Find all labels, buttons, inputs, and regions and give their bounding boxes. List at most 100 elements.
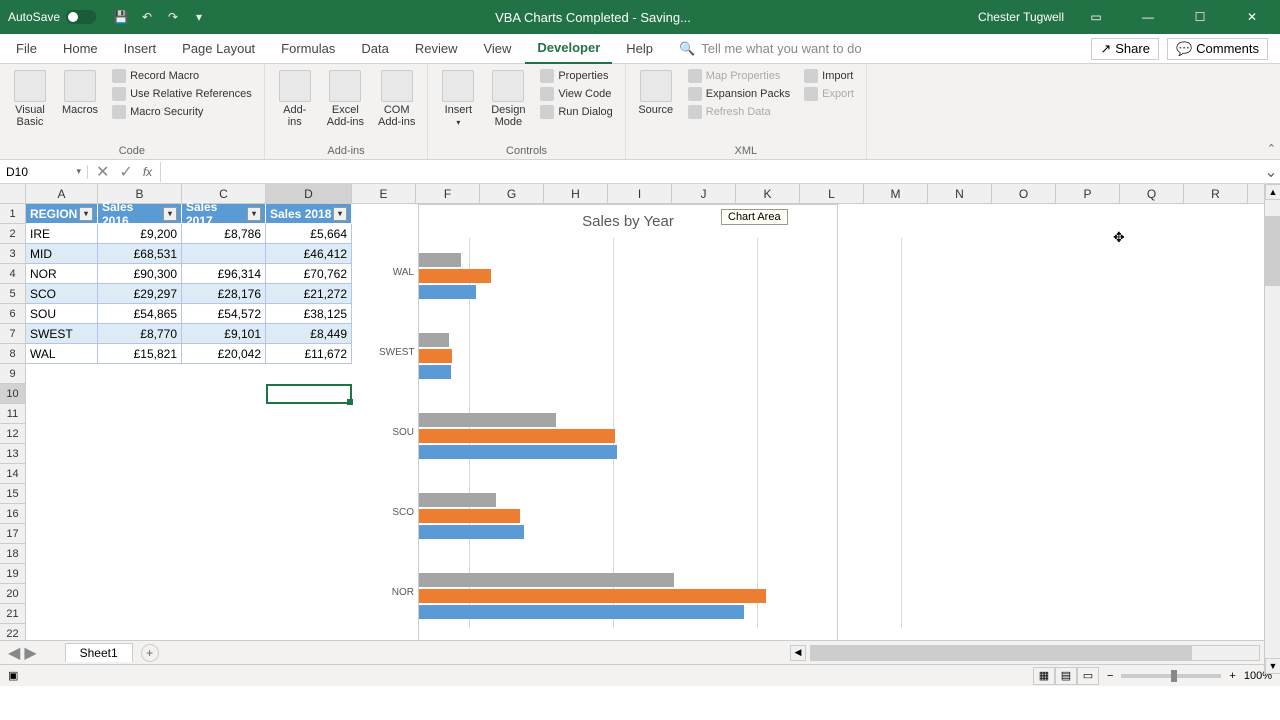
table-cell[interactable]: £68,531 [98,244,182,264]
record-macro-status-icon[interactable]: ▣ [8,670,18,682]
fx-icon[interactable]: fx [143,165,152,179]
chart-bar[interactable] [419,253,461,267]
row-header[interactable]: 2 [0,224,25,244]
column-header[interactable]: I [608,184,672,203]
minimize-icon[interactable]: — [1128,2,1168,32]
row-header[interactable]: 6 [0,304,25,324]
table-cell[interactable]: £96,314 [182,264,266,284]
expand-formula-bar-icon[interactable]: ⌄ [1262,162,1280,182]
chart-bar[interactable] [419,493,496,507]
table-cell[interactable]: £9,101 [182,324,266,344]
table-cell[interactable]: £8,786 [182,224,266,244]
table-cell[interactable]: MID [26,244,98,264]
tab-review[interactable]: Review [403,34,470,64]
chart-bar[interactable] [419,589,766,603]
import-button[interactable]: Import [800,68,858,84]
row-header[interactable]: 5 [0,284,25,304]
filter-dropdown-icon[interactable]: ▾ [79,207,93,221]
column-header[interactable]: M [864,184,928,203]
chart-plot-area[interactable]: WALSWESTSOUSCONOR [419,238,837,638]
comments-button[interactable]: 💬 Comments [1167,38,1268,60]
table-cell[interactable]: £20,042 [182,344,266,364]
chart-bar[interactable] [419,429,615,443]
table-cell[interactable]: £38,125 [266,304,352,324]
name-box[interactable]: D10 ▾ [0,165,88,179]
user-name[interactable]: Chester Tugwell [978,10,1064,24]
sheet-next-icon[interactable]: ▶ [24,643,36,663]
table-cell[interactable]: £8,449 [266,324,352,344]
accept-formula-icon[interactable]: ✓ [119,162,132,182]
tab-formulas[interactable]: Formulas [269,34,347,64]
table-cell[interactable]: SCO [26,284,98,304]
design-mode-button[interactable]: Design Mode [486,68,530,130]
table-cell[interactable]: £90,300 [98,264,182,284]
add-sheet-button[interactable]: + [141,644,159,662]
row-header[interactable]: 19 [0,564,25,584]
sheet-tab-1[interactable]: Sheet1 [65,643,133,662]
qat-dropdown-icon[interactable]: ▾ [190,8,208,26]
chart-category-group[interactable]: WAL [419,253,837,303]
table-cell[interactable]: £15,821 [98,344,182,364]
sheet-prev-icon[interactable]: ◀ [8,643,20,663]
chart-bar[interactable] [419,525,524,539]
normal-view-icon[interactable]: ▦ [1033,667,1055,685]
table-cell[interactable]: £29,297 [98,284,182,304]
column-header[interactable]: H [544,184,608,203]
properties-button[interactable]: Properties [536,68,616,84]
table-header-cell[interactable]: REGION▾ [26,204,98,224]
cancel-formula-icon[interactable]: ✕ [96,162,109,182]
table-cell[interactable]: £21,272 [266,284,352,304]
filter-dropdown-icon[interactable]: ▾ [163,207,177,221]
column-header[interactable]: L [800,184,864,203]
row-header[interactable]: 11 [0,404,25,424]
chart-bar[interactable] [419,333,449,347]
table-cell[interactable]: SOU [26,304,98,324]
tab-page-layout[interactable]: Page Layout [170,34,267,64]
tab-data[interactable]: Data [349,34,400,64]
row-header[interactable]: 15 [0,484,25,504]
chart-bar[interactable] [419,509,520,523]
row-header[interactable]: 21 [0,604,25,624]
column-header[interactable]: G [480,184,544,203]
select-all-corner[interactable] [0,184,26,203]
row-header[interactable]: 8 [0,344,25,364]
column-header[interactable]: K [736,184,800,203]
table-cell[interactable]: £28,176 [182,284,266,304]
table-cell[interactable]: £8,770 [98,324,182,344]
run-dialog-button[interactable]: Run Dialog [536,104,616,120]
ribbon-display-icon[interactable]: ▭ [1076,2,1116,32]
column-header[interactable]: N [928,184,992,203]
column-header[interactable]: A [26,184,98,203]
hscroll-thumb[interactable] [811,646,1192,660]
zoom-out-icon[interactable]: − [1107,670,1113,682]
chart-bar[interactable] [419,349,452,363]
column-header[interactable]: D [266,184,352,203]
share-button[interactable]: ↗ Share [1091,38,1159,60]
page-layout-view-icon[interactable]: ▤ [1055,667,1077,685]
filter-dropdown-icon[interactable]: ▾ [247,207,261,221]
insert-control-button[interactable]: Insert▾ [436,68,480,129]
redo-icon[interactable]: ↷ [164,8,182,26]
table-cell[interactable]: SWEST [26,324,98,344]
cells-area[interactable]: Chart Area ✥ Sales by Year WALSWESTSOUSC… [26,204,1280,640]
tab-file[interactable]: File [4,34,49,64]
chevron-down-icon[interactable]: ▾ [76,166,81,177]
save-icon[interactable]: 💾 [112,8,130,26]
row-header[interactable]: 13 [0,444,25,464]
table-cell[interactable]: NOR [26,264,98,284]
chart-bar[interactable] [419,269,491,283]
com-addins-button[interactable]: COM Add-ins [374,68,419,130]
source-button[interactable]: Source [634,68,678,118]
autosave-toggle[interactable]: AutoSave [0,10,104,24]
tell-me-search[interactable]: 🔍 Tell me what you want to do [679,41,862,57]
chart-category-group[interactable]: SWEST [419,333,837,383]
excel-addins-button[interactable]: Excel Add-ins [323,68,368,130]
zoom-slider[interactable] [1121,674,1221,678]
column-header[interactable]: P [1056,184,1120,203]
row-header[interactable]: 18 [0,544,25,564]
row-header[interactable]: 12 [0,424,25,444]
table-cell[interactable]: IRE [26,224,98,244]
column-header[interactable]: R [1184,184,1248,203]
table-cell[interactable]: £9,200 [98,224,182,244]
table-header-cell[interactable]: Sales 2017▾ [182,204,266,224]
